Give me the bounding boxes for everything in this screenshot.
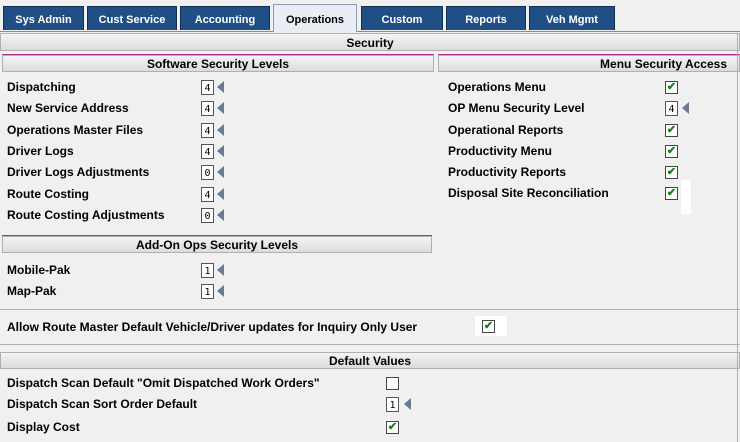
addon-security-header: Add-On Ops Security Levels bbox=[2, 236, 432, 253]
menu-label-operations-menu: Operations Menu bbox=[448, 80, 547, 94]
disposal-site-reconciliation-checkbox[interactable]: ✔ bbox=[665, 187, 678, 200]
menu-label-operational-reports: Operational Reports bbox=[448, 123, 564, 137]
addon-header-accent bbox=[2, 235, 432, 236]
operations-menu-checkbox[interactable]: ✔ bbox=[665, 81, 678, 94]
sort-order-value[interactable]: 1 bbox=[386, 397, 399, 412]
dropdown-arrow-icon[interactable] bbox=[217, 81, 224, 93]
dropdown-arrow-icon[interactable] bbox=[217, 285, 224, 297]
divider bbox=[0, 344, 740, 345]
menu-label-op-menu-security-level: OP Menu Security Level bbox=[448, 101, 585, 115]
productivity-menu-checkbox[interactable]: ✔ bbox=[665, 145, 678, 158]
divider bbox=[0, 309, 740, 310]
software-label-driver-logs-adjustments: Driver Logs Adjustments bbox=[7, 165, 150, 179]
tab-sys-admin[interactable]: Sys Admin bbox=[3, 6, 84, 30]
security-title: Security bbox=[0, 33, 740, 51]
omit-dispatched-label: Dispatch Scan Default "Omit Dispatched W… bbox=[7, 376, 320, 390]
display-cost-checkbox[interactable]: ✔ bbox=[386, 421, 399, 434]
productivity-reports-checkbox[interactable]: ✔ bbox=[665, 166, 678, 179]
software-label-operations-master-files: Operations Master Files bbox=[7, 123, 144, 137]
dropdown-arrow-icon[interactable] bbox=[217, 166, 224, 178]
software-header-accent bbox=[2, 54, 434, 55]
software-label-route-costing-adjustments: Route Costing Adjustments bbox=[7, 208, 165, 222]
op-menu-security-level-value[interactable]: 4 bbox=[665, 101, 678, 116]
route-master-checkbox[interactable]: ✔ bbox=[482, 320, 495, 333]
software-label-route-costing: Route Costing bbox=[7, 187, 89, 201]
software-value-dispatching[interactable]: 4 bbox=[201, 80, 214, 95]
tab-custom[interactable]: Custom bbox=[361, 6, 443, 30]
software-value-driver-logs[interactable]: 4 bbox=[201, 144, 214, 159]
software-label-new-service-address: New Service Address bbox=[7, 101, 129, 115]
dropdown-arrow-icon[interactable] bbox=[217, 102, 224, 114]
addon-value-mobile-pak[interactable]: 1 bbox=[201, 263, 214, 278]
tab-operations[interactable]: Operations bbox=[273, 4, 357, 32]
software-security-header: Software Security Levels bbox=[2, 55, 434, 72]
route-master-label: Allow Route Master Default Vehicle/Drive… bbox=[7, 320, 418, 334]
dropdown-arrow-icon[interactable] bbox=[404, 398, 411, 410]
menu-label-productivity-reports: Productivity Reports bbox=[448, 165, 567, 179]
addon-value-map-pak[interactable]: 1 bbox=[201, 284, 214, 299]
menu-security-header: Menu Security Access bbox=[438, 55, 740, 72]
software-label-dispatching: Dispatching bbox=[7, 80, 76, 94]
display-cost-label: Display Cost bbox=[7, 420, 80, 434]
software-value-new-service-address[interactable]: 4 bbox=[201, 101, 214, 116]
software-value-route-costing[interactable]: 4 bbox=[201, 187, 214, 202]
dropdown-arrow-icon[interactable] bbox=[217, 209, 224, 221]
addon-label-map-pak: Map-Pak bbox=[7, 284, 57, 298]
dropdown-arrow-icon[interactable] bbox=[217, 264, 224, 276]
software-value-route-costing-adjustments[interactable]: 0 bbox=[201, 208, 214, 223]
tab-bar: Sys Admin Cust Service Accounting Operat… bbox=[0, 0, 740, 32]
white-filler bbox=[681, 180, 691, 214]
menu-label-productivity-menu: Productivity Menu bbox=[448, 144, 553, 158]
dropdown-arrow-icon[interactable] bbox=[217, 188, 224, 200]
menu-header-accent bbox=[438, 54, 740, 55]
software-value-operations-master-files[interactable]: 4 bbox=[201, 123, 214, 138]
omit-dispatched-checkbox[interactable] bbox=[386, 377, 399, 390]
software-label-driver-logs: Driver Logs bbox=[7, 144, 74, 158]
software-value-driver-logs-adjustments[interactable]: 0 bbox=[201, 165, 214, 180]
tab-cust-service[interactable]: Cust Service bbox=[87, 6, 177, 30]
dropdown-arrow-icon[interactable] bbox=[217, 124, 224, 136]
tab-veh-mgmt[interactable]: Veh Mgmt bbox=[529, 6, 615, 30]
addon-label-mobile-pak: Mobile-Pak bbox=[7, 263, 71, 277]
dropdown-arrow-icon[interactable] bbox=[682, 102, 689, 114]
default-values-header: Default Values bbox=[0, 352, 740, 369]
tab-reports[interactable]: Reports bbox=[446, 6, 526, 30]
operational-reports-checkbox[interactable]: ✔ bbox=[665, 124, 678, 137]
dropdown-arrow-icon[interactable] bbox=[217, 145, 224, 157]
right-border bbox=[737, 33, 738, 442]
tab-accounting[interactable]: Accounting bbox=[180, 6, 270, 30]
sort-order-label: Dispatch Scan Sort Order Default bbox=[7, 397, 198, 411]
menu-label-disposal-site-reconciliation: Disposal Site Reconciliation bbox=[448, 186, 609, 200]
